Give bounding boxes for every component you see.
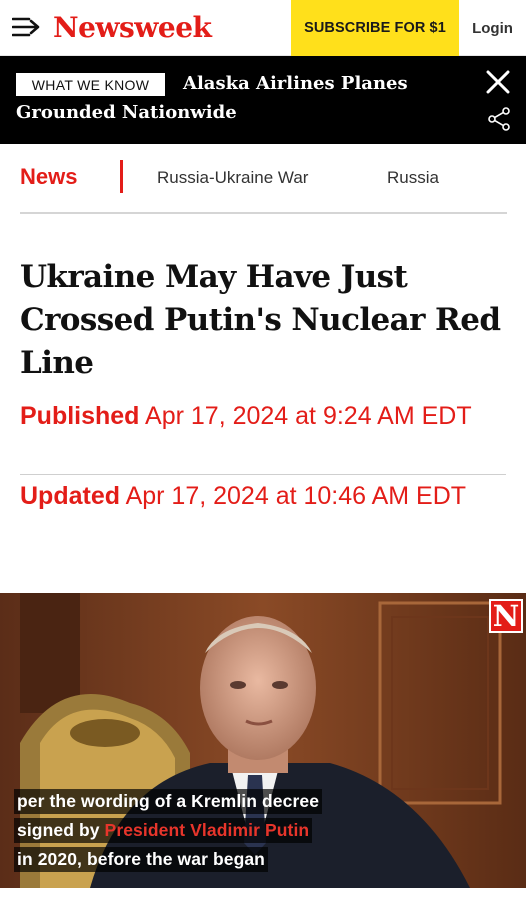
video-caption-line-2: signed by President Vladimir Putin (14, 818, 313, 843)
caption-highlight: President Vladimir Putin (104, 820, 310, 840)
what-we-know-badge: WHAT WE KNOW (16, 73, 165, 96)
share-icon[interactable] (487, 107, 511, 131)
menu-icon[interactable] (12, 16, 42, 38)
published-label: Published (20, 402, 140, 430)
hero-video[interactable] (0, 593, 526, 888)
video-caption-line-1: per the wording of a Kremlin decree (14, 789, 323, 814)
date-divider (20, 474, 506, 475)
close-icon[interactable] (484, 68, 512, 96)
site-header: Newsweek SUBSCRIBE FOR $1 Login (0, 0, 526, 56)
hero-illustration (0, 593, 526, 888)
updated-value: Apr 17, 2024 at 10:46 AM EDT (125, 482, 467, 510)
nav-item-russia[interactable]: Russia (387, 168, 439, 188)
article-headline: Ukraine May Have Just Crossed Putin's Nu… (20, 259, 501, 381)
updated-date: Updated Apr 17, 2024 at 10:46 AM EDT (20, 479, 506, 514)
nav-divider (120, 160, 123, 193)
section-nav: News Russia-Ukraine War Russia (20, 150, 507, 214)
published-value: Apr 17, 2024 at 9:24 AM EDT (145, 402, 472, 430)
newsweek-n-badge: N (489, 599, 523, 633)
published-date: Published Apr 17, 2024 at 9:24 AM EDT (20, 399, 506, 434)
nav-item-news[interactable]: News (20, 164, 77, 190)
login-link[interactable]: Login (459, 0, 526, 56)
nav-item-russia-ukraine-war[interactable]: Russia-Ukraine War (157, 168, 308, 188)
video-caption-line-3: in 2020, before the war began (14, 847, 268, 872)
newsweek-logo[interactable]: Newsweek (53, 11, 212, 44)
subscribe-button[interactable]: SUBSCRIBE FOR $1 (291, 0, 459, 56)
updated-label: Updated (20, 482, 120, 510)
caption-prefix: signed by (17, 820, 105, 840)
